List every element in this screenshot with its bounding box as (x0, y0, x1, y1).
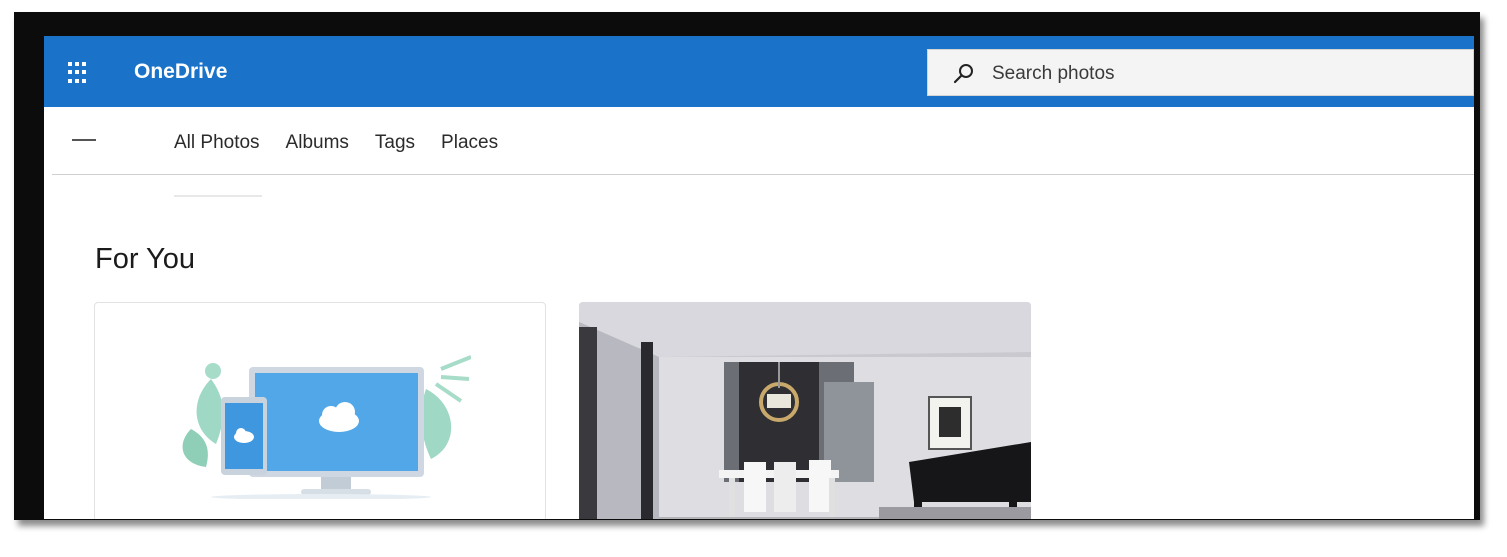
waffle-icon[interactable] (66, 60, 92, 86)
tab-tags[interactable]: Tags (375, 129, 429, 157)
screenshot-frame: OneDrive All Photos Albums Tags Places F… (14, 12, 1480, 520)
nav-divider (52, 174, 1474, 175)
tab-strip: All Photos Albums Tags Places (174, 129, 524, 197)
tab-places[interactable]: Places (441, 129, 512, 157)
tab-albums[interactable]: Albums (286, 129, 363, 157)
for-you-card-photo[interactable] (579, 302, 1031, 519)
photos-nav: All Photos Albums Tags Places (44, 107, 1474, 197)
cloud-devices-icon (182, 355, 471, 499)
interior-photo (579, 302, 1031, 519)
section-title: For You (95, 243, 195, 275)
hamburger-icon[interactable] (72, 139, 96, 141)
for-you-card-illustration[interactable] (94, 302, 546, 519)
search-box[interactable] (927, 49, 1474, 97)
search-input[interactable] (990, 50, 1464, 97)
app-window: OneDrive All Photos Albums Tags Places F… (44, 36, 1474, 519)
search-icon (953, 64, 973, 84)
app-title[interactable]: OneDrive (134, 60, 227, 84)
tab-all-photos[interactable]: All Photos (174, 129, 274, 197)
top-bar: OneDrive (44, 36, 1474, 107)
